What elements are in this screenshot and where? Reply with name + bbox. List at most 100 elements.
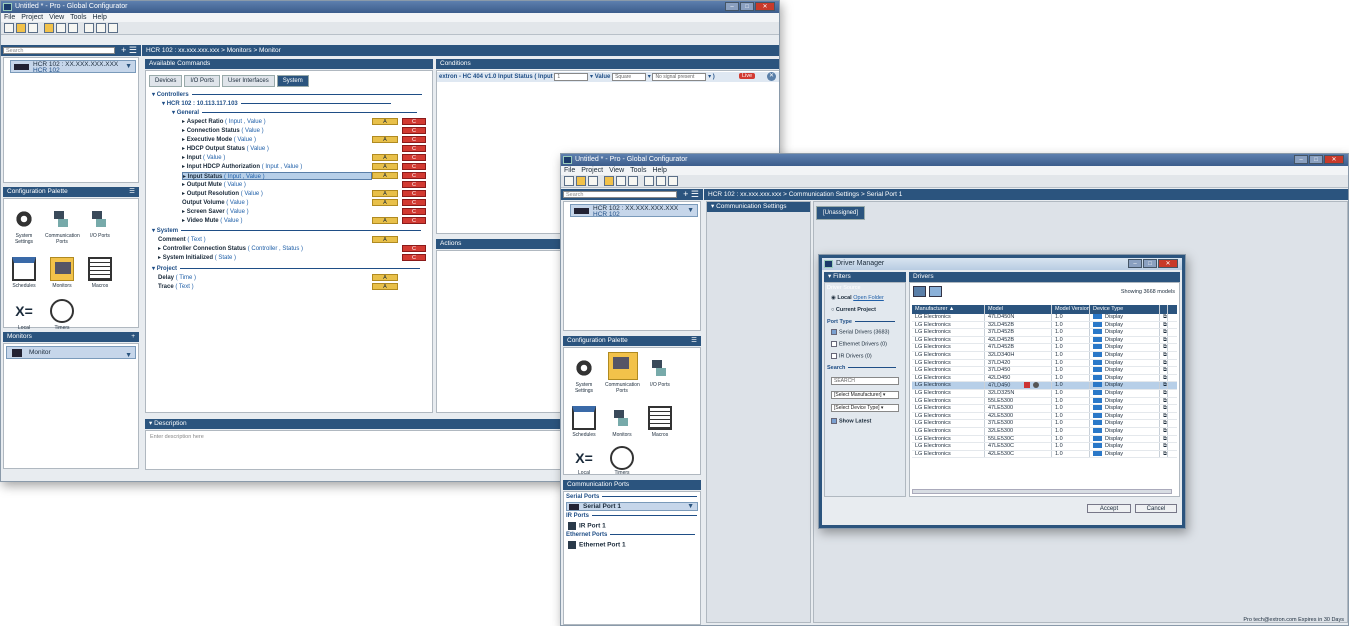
add-condition-button[interactable]: C xyxy=(402,190,426,197)
command-item[interactable]: ▸ Input HDCP Authorization ( Input , Val… xyxy=(182,163,302,171)
palette-menu-icon[interactable]: ☰ xyxy=(129,187,135,197)
local-variable-icon[interactable]: X= xyxy=(572,446,596,470)
manufacturer-select[interactable]: [Select Manufacturer] ▾ xyxy=(831,391,899,399)
help-icon[interactable] xyxy=(668,176,678,186)
open-folder-icon[interactable] xyxy=(16,23,26,33)
table-row[interactable]: LG Electronics 32LD340H 1.0 Display ⧉ xyxy=(912,351,1177,360)
open-folder-icon[interactable] xyxy=(576,176,586,186)
macros-icon[interactable] xyxy=(88,257,112,281)
table-row[interactable]: LG Electronics 55LE5300 1.0 Display ⧉ xyxy=(912,397,1177,406)
maximize-button[interactable]: □ xyxy=(1309,155,1323,164)
toolbar-icon-4[interactable] xyxy=(604,176,614,186)
add-condition-button[interactable]: C xyxy=(402,118,426,125)
menu-file[interactable]: File xyxy=(4,14,15,21)
chevron-down-icon[interactable]: ▼ xyxy=(125,350,132,361)
table-row[interactable]: LG Electronics 47LD450N 1.0 Display ⧉ xyxy=(912,314,1177,322)
toolbar-icon-7[interactable] xyxy=(644,176,654,186)
maximize-button[interactable]: □ xyxy=(1143,259,1157,268)
close-button[interactable]: ✕ xyxy=(755,2,775,11)
toolbar-icon-7[interactable] xyxy=(84,23,94,33)
search-input[interactable]: Search xyxy=(3,47,115,54)
toolbar-icon-8[interactable] xyxy=(96,23,106,33)
remove-condition-icon[interactable]: ✕ xyxy=(767,72,776,81)
add-condition-button[interactable]: C xyxy=(402,163,426,170)
menu-project[interactable]: Project xyxy=(581,167,603,174)
schedules-icon[interactable] xyxy=(12,257,36,281)
toolbar-icon-5[interactable] xyxy=(56,23,66,33)
tab-user-interfaces[interactable]: User Interfaces xyxy=(222,75,275,87)
ir-drivers-checkbox[interactable]: IR Drivers (0) xyxy=(831,353,872,359)
command-item[interactable]: Trace ( Text ) xyxy=(158,283,194,291)
add-condition-button[interactable]: C xyxy=(402,217,426,224)
add-device-icon[interactable]: + ☰ xyxy=(683,189,699,199)
table-row[interactable]: LG Electronics 47LD450 1.0 Display ⧉ xyxy=(912,382,1177,390)
add-action-button[interactable]: A xyxy=(372,163,398,170)
table-row[interactable]: LG Electronics 55LE530C 1.0 Display ⧉ xyxy=(912,435,1177,444)
macros-icon[interactable] xyxy=(648,406,672,430)
open-folder-link[interactable]: Open Folder xyxy=(853,295,884,301)
device-item[interactable]: HCR 102 : XX.XXX.XXX.XXX HCR 102 ▼ xyxy=(570,204,698,218)
add-device-icon[interactable]: + ☰ xyxy=(121,45,137,55)
add-condition-button[interactable]: C xyxy=(402,199,426,206)
save-icon[interactable] xyxy=(588,176,598,186)
add-action-button[interactable]: A xyxy=(372,190,398,197)
ethernet-port-1-item[interactable]: Ethernet Port 1 xyxy=(568,541,626,549)
menu-view[interactable]: View xyxy=(609,167,624,174)
command-item[interactable]: ▸ System Initialized ( State ) xyxy=(158,254,236,262)
condition-value-select[interactable]: Square xyxy=(612,73,647,81)
add-condition-button[interactable]: C xyxy=(402,208,426,215)
menu-view[interactable]: View xyxy=(49,14,64,21)
system-section[interactable]: ▾ System xyxy=(152,227,422,234)
col-manufacturer[interactable]: Manufacturer ▲ xyxy=(912,305,985,314)
horizontal-scrollbar[interactable] xyxy=(912,489,1172,494)
table-row[interactable]: LG Electronics 47LD452B 1.0 Display ⧉ xyxy=(912,344,1177,352)
close-button[interactable]: ✕ xyxy=(1324,155,1344,164)
new-file-icon[interactable] xyxy=(564,176,574,186)
ethernet-ports-section[interactable]: Ethernet Ports xyxy=(566,532,696,538)
table-row[interactable]: LG Electronics 47LE530C 1.0 Display ⧉ xyxy=(912,443,1177,451)
current-project-radio[interactable]: ○ Current Project xyxy=(831,307,876,313)
ir-ports-section[interactable]: IR Ports xyxy=(566,513,698,519)
device-item[interactable]: HCR 102 : XX.XXX.XXX.XXX HCR 102 ▼ xyxy=(10,60,136,74)
cancel-button[interactable]: Cancel xyxy=(1135,504,1177,513)
grid-view-icon[interactable] xyxy=(913,286,926,297)
command-item[interactable]: ▸ Controller Connection Status ( Control… xyxy=(158,245,303,253)
minimize-button[interactable]: – xyxy=(1294,155,1308,164)
add-condition-button[interactable]: C xyxy=(402,245,426,252)
project-section[interactable]: ▾ Project xyxy=(152,265,421,272)
command-item[interactable]: Comment ( Text ) xyxy=(158,236,206,244)
toolbar-icon-4[interactable] xyxy=(44,23,54,33)
add-action-button[interactable]: A xyxy=(372,118,398,125)
command-item[interactable]: ▸ Input Status ( Input , Value ) xyxy=(182,172,372,180)
timers-icon[interactable] xyxy=(50,299,74,323)
serial-port-1-item[interactable]: Serial Port 1 ▼ xyxy=(566,502,698,511)
chevron-down-icon[interactable]: ▼ xyxy=(125,63,132,70)
command-item[interactable]: ▸ Aspect Ratio ( Input , Value ) xyxy=(182,118,266,126)
add-action-button[interactable]: A xyxy=(372,274,398,281)
table-row[interactable]: LG Electronics 37LD452B 1.0 Display ⧉ xyxy=(912,329,1177,337)
chevron-down-icon[interactable]: ▼ xyxy=(687,207,694,214)
local-variable-icon[interactable]: X= xyxy=(12,299,36,323)
menu-file[interactable]: File xyxy=(564,167,575,174)
serial-ports-section[interactable]: Serial Ports xyxy=(566,494,698,500)
info-icon[interactable] xyxy=(1033,382,1040,389)
command-item[interactable]: ▸ Output Mute ( Value ) xyxy=(182,181,246,189)
toolbar-icon-8[interactable] xyxy=(656,176,666,186)
menu-project[interactable]: Project xyxy=(21,14,43,21)
close-button[interactable]: ✕ xyxy=(1158,259,1178,268)
system-settings-icon[interactable] xyxy=(12,207,36,231)
io-ports-icon[interactable] xyxy=(648,356,672,380)
general-node[interactable]: ▾ General xyxy=(172,109,418,116)
system-settings-icon[interactable] xyxy=(572,356,596,380)
toolbar-icon-6[interactable] xyxy=(68,23,78,33)
live-badge[interactable]: Live xyxy=(739,73,756,79)
command-item[interactable]: Output Volume ( Value ) xyxy=(182,199,248,207)
col-device-type[interactable]: Device Type xyxy=(1090,305,1160,314)
col-model-version[interactable]: Model Version xyxy=(1052,305,1090,314)
add-condition-button[interactable]: C xyxy=(402,172,426,179)
io-ports-icon[interactable] xyxy=(88,207,112,231)
add-condition-button[interactable]: C xyxy=(402,127,426,134)
add-condition-button[interactable]: C xyxy=(402,145,426,152)
add-action-button[interactable]: A xyxy=(372,136,398,143)
add-condition-button[interactable]: C xyxy=(402,136,426,143)
